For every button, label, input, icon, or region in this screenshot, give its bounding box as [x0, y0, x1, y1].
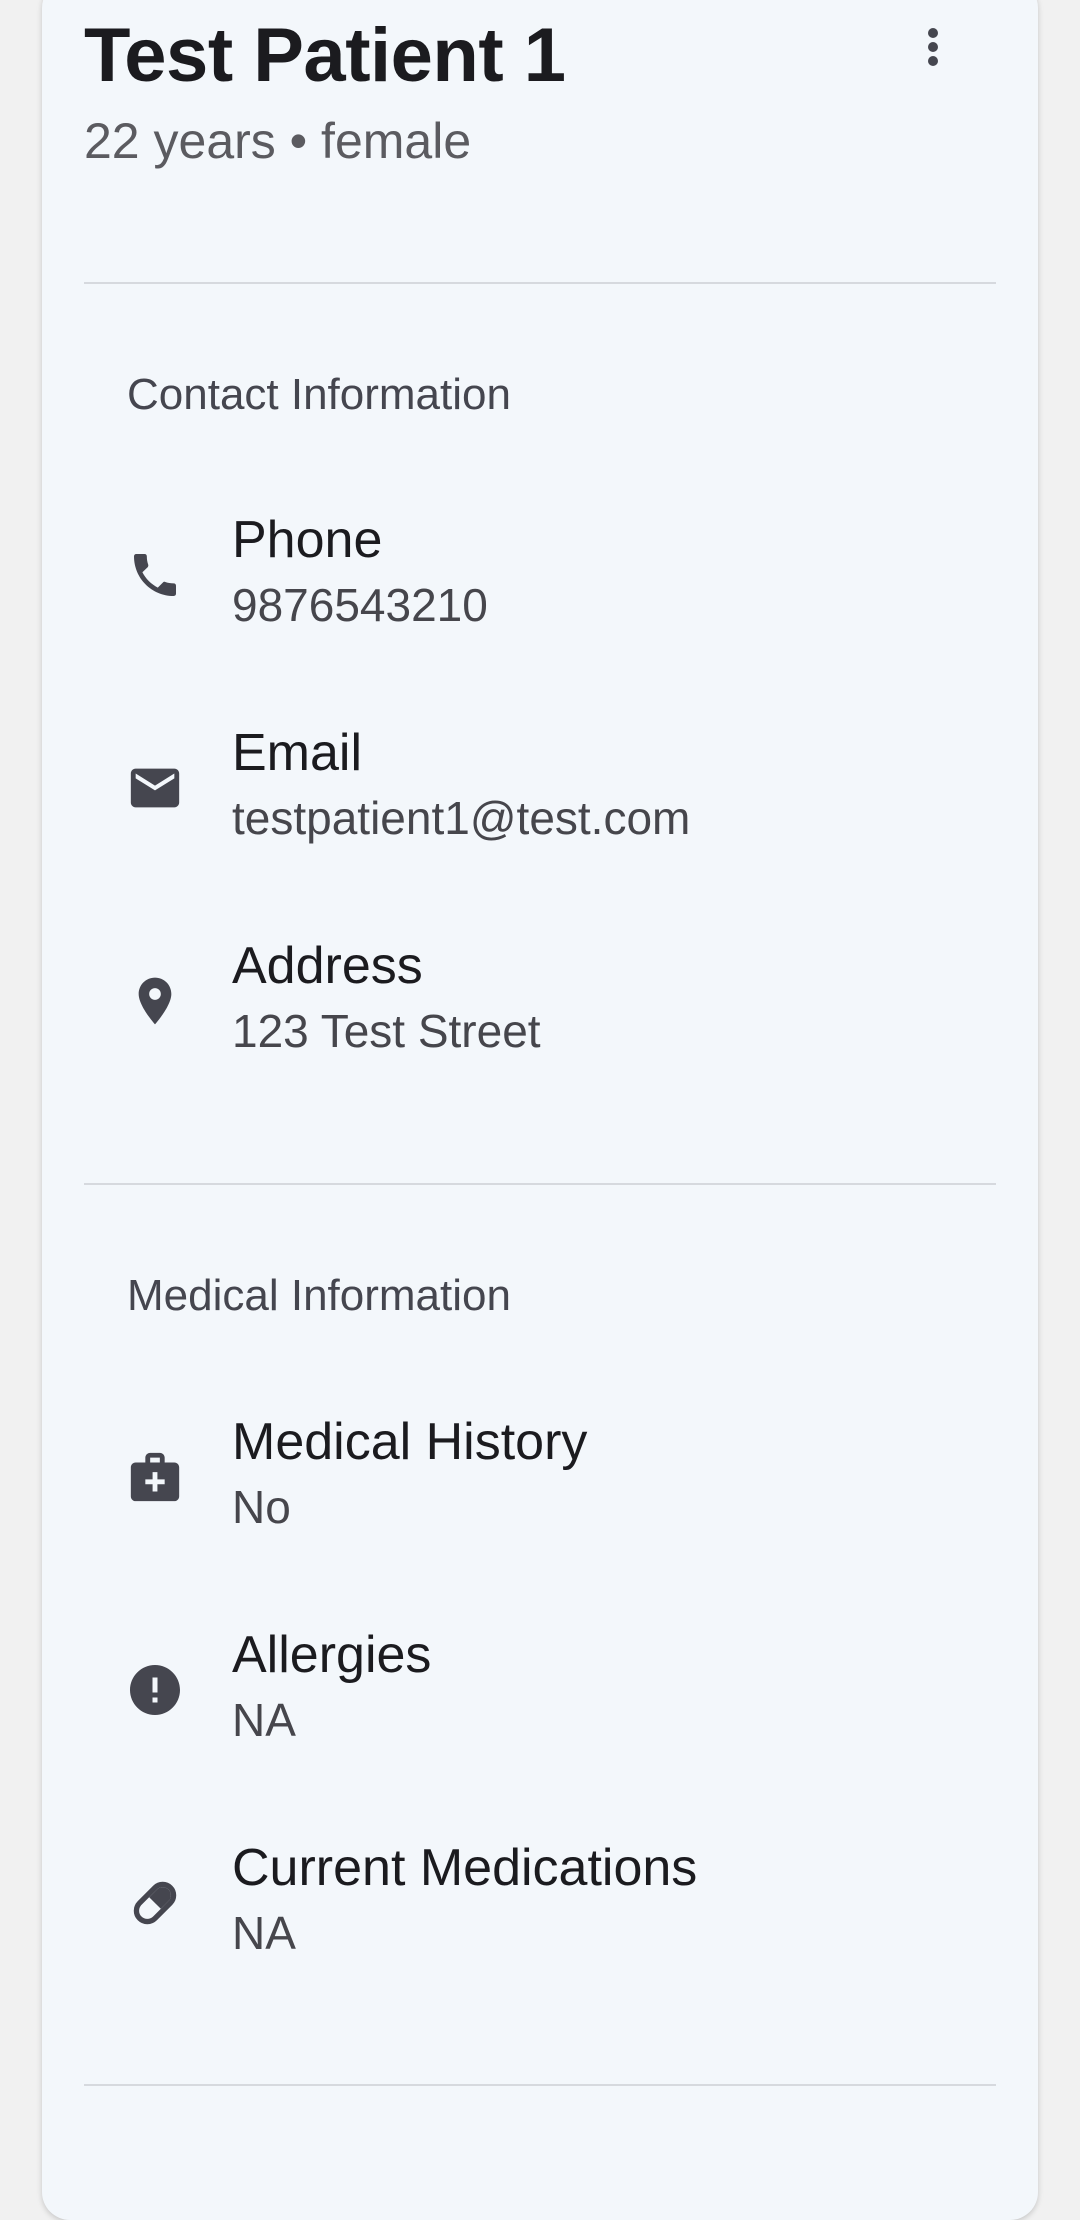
email-icon	[124, 757, 186, 819]
contact-value-phone: 9876543210	[232, 579, 488, 631]
contact-section-title: Contact Information	[127, 370, 511, 419]
contact-label-address: Address	[232, 937, 423, 995]
phone-icon	[124, 544, 186, 606]
more-vert-icon	[927, 27, 939, 67]
medical-row-allergies[interactable]: Allergies NA	[42, 1625, 1038, 1775]
medical-row-medications[interactable]: Current Medications NA	[42, 1838, 1038, 1988]
patient-summary: 22 years • female	[84, 113, 472, 169]
patient-name: Test Patient 1	[84, 13, 566, 98]
medical-value-allergies: NA	[232, 1694, 296, 1746]
header-divider	[84, 282, 996, 284]
medical-label-allergies: Allergies	[232, 1626, 432, 1684]
location-pin-icon	[124, 970, 186, 1032]
contact-label-email: Email	[232, 724, 363, 782]
medical-row-history[interactable]: Medical History No	[42, 1412, 1038, 1562]
medical-value-history: No	[232, 1481, 291, 1533]
medical-bag-icon	[124, 1446, 186, 1508]
patient-card: Test Patient 1 22 years • female Contact…	[42, 0, 1038, 2220]
contact-value-address: 123 Test Street	[232, 1005, 541, 1057]
contact-row-phone[interactable]: Phone 9876543210	[42, 510, 1038, 660]
contact-label-phone: Phone	[232, 511, 383, 569]
contact-row-email[interactable]: Email testpatient1@test.com	[42, 723, 1038, 873]
medical-divider	[84, 2084, 996, 2086]
pill-icon	[124, 1872, 186, 1934]
medical-label-history: Medical History	[232, 1413, 588, 1471]
more-options-button[interactable]	[900, 14, 966, 80]
contact-divider	[84, 1183, 996, 1185]
medical-value-medications: NA	[232, 1907, 296, 1959]
medical-label-medications: Current Medications	[232, 1839, 698, 1897]
medical-section-title: Medical Information	[127, 1271, 511, 1320]
contact-row-address[interactable]: Address 123 Test Street	[42, 936, 1038, 1086]
contact-value-email: testpatient1@test.com	[232, 792, 691, 844]
alert-circle-icon	[124, 1659, 186, 1721]
